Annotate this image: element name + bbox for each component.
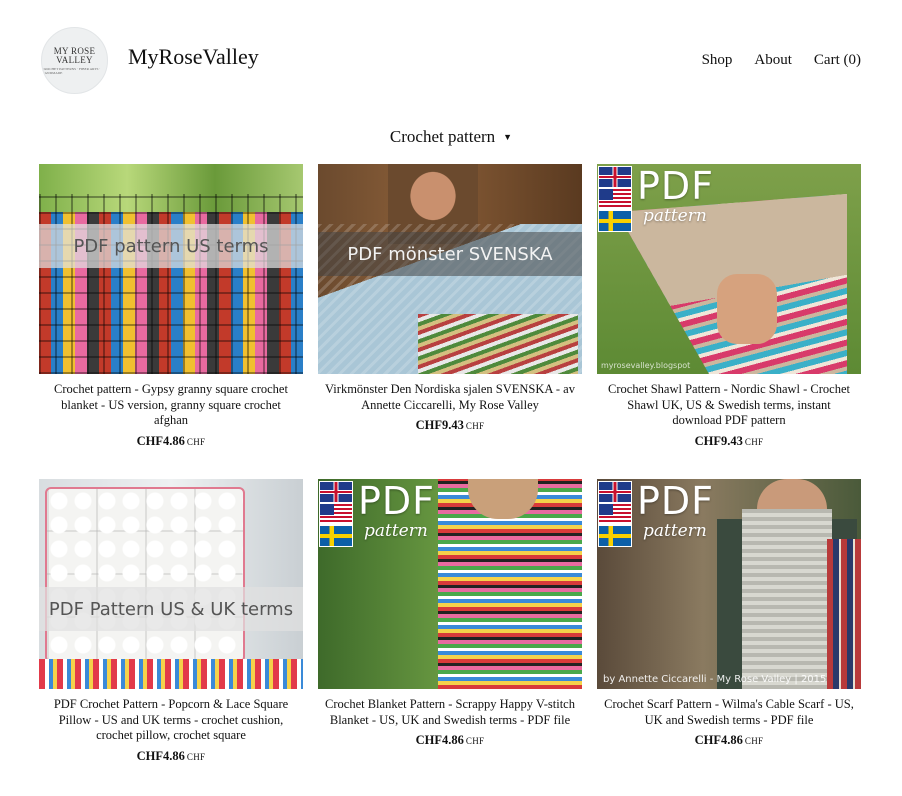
product-title[interactable]: Crochet pattern - Gypsy granny square cr… — [45, 382, 297, 429]
product-price: CHF4.86 CHF — [597, 733, 861, 748]
image-watermark: myrosevalley.blogspot — [601, 361, 691, 370]
product-title[interactable]: PDF Crochet Pattern - Popcorn & Lace Squ… — [45, 697, 297, 744]
product-image[interactable]: PDF pattern by Annette Ciccarelli - My R… — [597, 479, 861, 689]
image-overlay-pattern: pattern — [364, 521, 428, 541]
image-overlay-pdf: PDF — [358, 479, 436, 523]
product-card[interactable]: PDF pattern US terms Crochet pattern - G… — [39, 164, 303, 449]
price-currency: CHF — [465, 421, 485, 432]
store-name-link[interactable]: MyRoseValley — [128, 44, 259, 70]
image-overlay-pattern: pattern — [643, 521, 707, 541]
main-nav: Shop About Cart (0) — [702, 52, 861, 69]
price-currency: CHF — [186, 437, 206, 448]
image-watermark: by Annette Ciccarelli - My Rose Valley |… — [603, 674, 827, 685]
product-price: CHF4.86 CHF — [39, 749, 303, 764]
price-amount: CHF9.43 — [415, 418, 464, 433]
sweden-flag-icon — [598, 525, 632, 547]
category-label: Crochet pattern — [389, 127, 496, 146]
sweden-flag-icon — [319, 525, 353, 547]
us-flag-icon — [319, 503, 353, 525]
us-flag-icon — [598, 188, 632, 210]
product-image[interactable]: PDF pattern myrosevalley.blogspot — [597, 164, 861, 374]
image-overlay-text: PDF Pattern US & UK terms — [39, 587, 303, 631]
category-dropdown[interactable]: Crochet pattern ▼ — [0, 127, 902, 147]
price-currency: CHF — [744, 437, 764, 448]
price-amount: CHF4.86 — [136, 749, 185, 764]
logo-tagline: CROCHET PATTERNS · FIBER ARTS · HANDMADE — [42, 66, 101, 75]
us-flag-icon — [598, 503, 632, 525]
price-amount: CHF4.86 — [694, 733, 743, 748]
price-amount: CHF9.43 — [694, 434, 743, 449]
product-card[interactable]: PDF Pattern US & UK terms PDF Crochet Pa… — [39, 479, 303, 764]
price-amount: CHF4.86 — [136, 434, 185, 449]
price-currency: CHF — [465, 736, 485, 747]
price-currency: CHF — [186, 752, 206, 763]
product-card[interactable]: PDF mönster SVENSKA Virkmönster Den Nord… — [318, 164, 582, 433]
image-overlay-text: PDF mönster SVENSKA — [318, 232, 582, 276]
product-title[interactable]: Crochet Scarf Pattern - Wilma's Cable Sc… — [603, 697, 855, 728]
image-overlay-pdf: PDF — [637, 164, 715, 208]
nav-cart-link[interactable]: Cart (0) — [814, 52, 861, 69]
uk-flag-icon — [319, 481, 353, 503]
image-overlay-pdf: PDF — [637, 479, 715, 523]
product-price: CHF4.86 CHF — [318, 733, 582, 748]
product-title[interactable]: Crochet Blanket Pattern - Scrappy Happy … — [324, 697, 576, 728]
nav-about-link[interactable]: About — [754, 52, 792, 69]
logo-text-line2: VALLEY — [56, 54, 93, 65]
product-title[interactable]: Crochet Shawl Pattern - Nordic Shawl - C… — [603, 382, 855, 429]
uk-flag-icon — [598, 166, 632, 188]
product-image[interactable]: PDF Pattern US & UK terms — [39, 479, 303, 689]
image-overlay-pattern: pattern — [643, 206, 707, 226]
price-currency: CHF — [744, 736, 764, 747]
product-title[interactable]: Virkmönster Den Nordiska sjalen SVENSKA … — [324, 382, 576, 413]
product-image[interactable]: PDF pattern US terms — [39, 164, 303, 374]
product-image[interactable]: PDF mönster SVENSKA — [318, 164, 582, 374]
product-card[interactable]: PDF pattern by Annette Ciccarelli - My R… — [597, 479, 861, 748]
product-price: CHF9.43 CHF — [597, 434, 861, 449]
store-logo[interactable]: MY ROSE VALLEY CROCHET PATTERNS · FIBER … — [41, 27, 108, 94]
image-overlay-text: PDF pattern US terms — [39, 224, 303, 268]
product-price: CHF9.43 CHF — [318, 418, 582, 433]
product-image[interactable]: PDF pattern — [318, 479, 582, 689]
nav-shop-link[interactable]: Shop — [702, 52, 733, 69]
product-card[interactable]: PDF pattern Crochet Blanket Pattern - Sc… — [318, 479, 582, 748]
sweden-flag-icon — [598, 210, 632, 232]
product-price: CHF4.86 CHF — [39, 434, 303, 449]
caret-down-icon: ▼ — [503, 132, 513, 142]
uk-flag-icon — [598, 481, 632, 503]
price-amount: CHF4.86 — [415, 733, 464, 748]
product-card[interactable]: PDF pattern myrosevalley.blogspot Croche… — [597, 164, 861, 449]
